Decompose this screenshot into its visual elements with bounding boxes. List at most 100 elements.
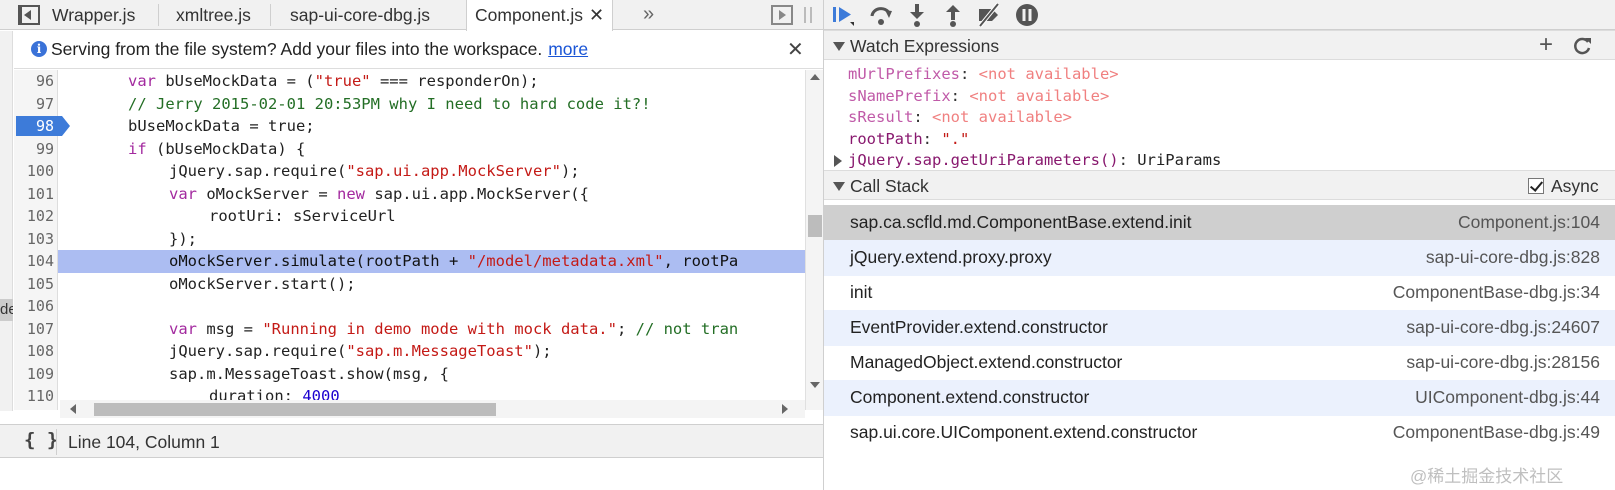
line-number[interactable]: 102: [14, 205, 54, 228]
panel-resizer-icon[interactable]: [804, 7, 812, 23]
line-number[interactable]: 108: [14, 340, 54, 363]
collapse-arrow-icon[interactable]: [833, 182, 845, 191]
code-editor[interactable]: 96 var bUseMockData = ("true" === respon…: [14, 70, 805, 410]
scroll-up-icon[interactable]: [810, 74, 820, 80]
code-token: );: [532, 342, 552, 360]
line-number[interactable]: 97: [14, 93, 54, 116]
line-number[interactable]: 110: [14, 385, 54, 408]
call-frame[interactable]: EventProvider.extend.constructor sap-ui-…: [824, 310, 1615, 346]
code-line[interactable]: 105 oMockServer.start();: [14, 273, 805, 296]
watch-item[interactable]: sNamePrefix: <not available>: [848, 85, 1109, 107]
frame-location[interactable]: ComponentBase-dbg.js:34: [1393, 282, 1600, 303]
resume-icon[interactable]: [830, 2, 856, 28]
code-line[interactable]: 103 });: [14, 228, 805, 251]
editor-vertical-scrollbar[interactable]: [805, 70, 823, 410]
call-frame[interactable]: sap.ui.core.UIComponent.extend.construct…: [824, 415, 1615, 451]
code-line-current-execution[interactable]: 104 oMockServer.simulate(rootPath + "/mo…: [27, 250, 805, 273]
code-line-breakpoint[interactable]: 98 bUseMockData = true;: [14, 115, 805, 138]
watch-expressions-header[interactable]: Watch Expressions +: [824, 30, 1615, 60]
line-number[interactable]: 109: [14, 363, 54, 386]
call-frame[interactable]: init ComponentBase-dbg.js:34: [824, 275, 1615, 311]
frame-function: sap.ca.scfld.md.ComponentBase.extend.ini…: [850, 212, 1192, 232]
frame-location[interactable]: UIComponent-dbg.js:44: [1415, 387, 1600, 408]
frame-location[interactable]: sap-ui-core-dbg.js:24607: [1406, 317, 1600, 338]
pause-on-exceptions-icon[interactable]: [1014, 2, 1040, 28]
section-title: Watch Expressions: [850, 36, 1000, 56]
code-line[interactable]: 109 sap.m.MessageToast.show(msg, {: [14, 363, 805, 386]
code-token: // not tran: [635, 319, 739, 338]
code-line[interactable]: 106: [14, 295, 805, 318]
more-tabs-icon[interactable]: »: [643, 0, 654, 30]
code-line[interactable]: 102 rootUri: sServiceUrl: [14, 205, 805, 228]
line-number[interactable]: 101: [14, 183, 54, 206]
navigator-edge-label[interactable]: de: [0, 299, 13, 321]
close-icon[interactable]: ✕: [787, 37, 804, 62]
step-out-icon[interactable]: [940, 2, 966, 28]
line-number[interactable]: 98: [14, 115, 54, 138]
frame-location[interactable]: Component.js:104: [1458, 212, 1600, 233]
scroll-right-icon[interactable]: [782, 404, 788, 414]
watch-expression[interactable]: sResult: [848, 108, 913, 126]
line-number[interactable]: 106: [14, 295, 54, 318]
scroll-left-icon[interactable]: [70, 404, 76, 414]
tab-xmltree-js[interactable]: xmltree.js: [176, 0, 251, 30]
tab-component-js[interactable]: Component.js ✕: [466, 0, 614, 31]
code-line[interactable]: 100 jQuery.sap.require("sap.ui.app.MockS…: [14, 160, 805, 183]
code-line[interactable]: 107 var msg = "Running in demo mode with…: [14, 318, 805, 341]
code-line[interactable]: 99 if (bUseMockData) {: [14, 138, 805, 161]
pretty-print-icon[interactable]: { }: [24, 429, 58, 451]
line-number[interactable]: 96: [14, 70, 54, 93]
watch-item-expandable[interactable]: jQuery.sap.getUriParameters(): UriParams: [834, 149, 1221, 171]
frame-location[interactable]: sap-ui-core-dbg.js:28156: [1406, 352, 1600, 373]
code-text: oMockServer.simulate(rootPath + "/model/…: [169, 250, 738, 273]
line-number[interactable]: 99: [14, 138, 54, 161]
watch-item[interactable]: rootPath: ".": [848, 128, 969, 150]
watch-item[interactable]: mUrlPrefixes: <not available>: [848, 63, 1119, 85]
tab-sap-ui-core-dbg-js[interactable]: sap-ui-core-dbg.js: [290, 0, 430, 30]
call-stack-header[interactable]: Call Stack Async: [824, 170, 1615, 200]
watch-expression[interactable]: sNamePrefix: [848, 87, 951, 105]
tab-close-icon[interactable]: ✕: [589, 5, 604, 25]
call-frame[interactable]: ManagedObject.extend.constructor sap-ui-…: [824, 345, 1615, 381]
line-number[interactable]: 104: [14, 250, 54, 273]
line-number[interactable]: 111: [14, 408, 54, 411]
tab-wrapper-js[interactable]: Wrapper.js: [52, 0, 135, 30]
async-checkbox[interactable]: [1528, 178, 1544, 194]
vertical-scroll-thumb[interactable]: [808, 215, 822, 237]
refresh-icon[interactable]: [1573, 36, 1593, 56]
collapse-arrow-icon[interactable]: [833, 42, 845, 51]
line-number[interactable]: 107: [14, 318, 54, 341]
code-text: oMockServer.start();: [169, 274, 356, 293]
call-stack-list: sap.ca.scfld.md.ComponentBase.extend.ini…: [824, 205, 1615, 455]
code-line[interactable]: 96 var bUseMockData = ("true" === respon…: [14, 70, 805, 93]
scroll-down-icon[interactable]: [810, 382, 820, 388]
frame-location[interactable]: ComponentBase-dbg.js:49: [1393, 422, 1600, 443]
code-text: // Jerry 2015-02-01 20:53PM why I need t…: [128, 94, 651, 113]
watch-item[interactable]: sResult: <not available>: [848, 106, 1072, 128]
watch-expression[interactable]: mUrlPrefixes: [848, 65, 960, 83]
line-number[interactable]: 103: [14, 228, 54, 251]
code-line[interactable]: 97 // Jerry 2015-02-01 20:53PM why I nee…: [14, 93, 805, 116]
call-frame[interactable]: jQuery.extend.proxy.proxy sap-ui-core-db…: [824, 240, 1615, 276]
step-over-icon[interactable]: [868, 2, 894, 28]
infobar-more-link[interactable]: more: [548, 39, 588, 59]
watch-expression[interactable]: jQuery.sap.getUriParameters(): [848, 151, 1119, 169]
expand-arrow-icon[interactable]: [834, 155, 842, 167]
horizontal-scroll-thumb[interactable]: [94, 403, 496, 416]
step-into-icon[interactable]: [904, 2, 930, 28]
editor-horizontal-scrollbar[interactable]: [60, 400, 805, 418]
code-token: bUseMockData = (: [156, 72, 315, 90]
code-line[interactable]: 101 var oMockServer = new sap.ui.app.Moc…: [14, 183, 805, 206]
line-number[interactable]: 100: [14, 160, 54, 183]
frame-location[interactable]: sap-ui-core-dbg.js:828: [1426, 247, 1600, 268]
call-frame[interactable]: Component.extend.constructor UIComponent…: [824, 380, 1615, 416]
debugger-sidebar: Watch Expressions + mUrlPrefixes: <not a…: [823, 0, 1615, 490]
watch-expression[interactable]: rootPath: [848, 130, 923, 148]
line-number[interactable]: 105: [14, 273, 54, 296]
add-watch-icon[interactable]: +: [1539, 31, 1553, 59]
call-frame-selected[interactable]: sap.ca.scfld.md.ComponentBase.extend.ini…: [824, 205, 1615, 241]
deactivate-breakpoints-icon[interactable]: [976, 2, 1002, 28]
code-line[interactable]: 108 jQuery.sap.require("sap.m.MessageToa…: [14, 340, 805, 363]
debugger-sidebar-toggle-icon[interactable]: [771, 5, 793, 25]
navigator-toggle-icon[interactable]: [18, 5, 40, 25]
